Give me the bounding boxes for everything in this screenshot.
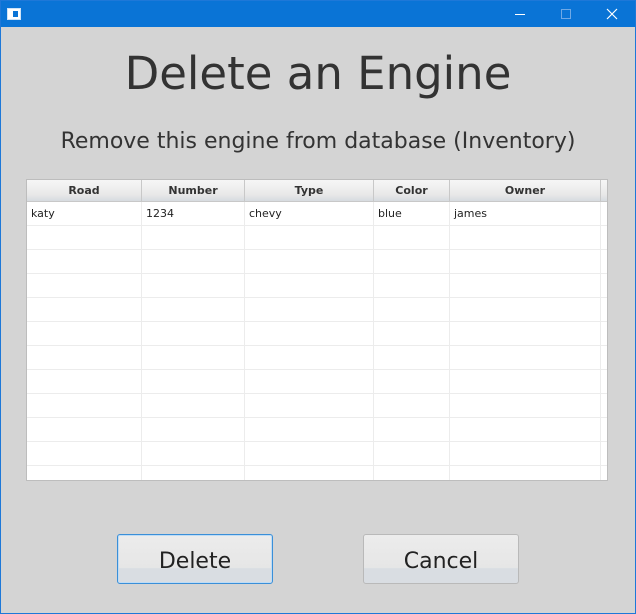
page-title: Delete an Engine xyxy=(124,47,512,100)
column-header-number[interactable]: Number xyxy=(142,180,245,202)
empty-row xyxy=(27,274,607,298)
app-icon xyxy=(7,8,21,20)
empty-row xyxy=(27,226,607,250)
column-header-owner[interactable]: Owner xyxy=(450,180,601,202)
engine-table[interactable]: Road Number Type Color Owner katy 1234 c… xyxy=(26,179,608,481)
empty-row xyxy=(27,322,607,346)
page-subtitle: Remove this engine from database (Invent… xyxy=(60,129,576,154)
close-icon xyxy=(606,8,618,20)
table-header: Road Number Type Color Owner xyxy=(27,180,607,202)
table-body: katy 1234 chevy blue james xyxy=(27,202,607,480)
cell-owner[interactable]: james xyxy=(450,202,601,226)
close-button[interactable] xyxy=(589,1,635,27)
empty-row xyxy=(27,394,607,418)
cell-number[interactable]: 1234 xyxy=(142,202,245,226)
column-header-filler xyxy=(601,180,607,202)
table-row[interactable]: katy 1234 chevy blue james xyxy=(27,202,607,226)
maximize-button[interactable] xyxy=(543,1,589,27)
empty-row xyxy=(27,370,607,394)
empty-row xyxy=(27,250,607,274)
cell-road[interactable]: katy xyxy=(27,202,142,226)
column-header-color[interactable]: Color xyxy=(374,180,450,202)
empty-row xyxy=(27,442,607,466)
minimize-button[interactable] xyxy=(497,1,543,27)
title-bar[interactable] xyxy=(1,1,635,27)
dialog-window: Delete an Engine Remove this engine from… xyxy=(0,0,636,614)
column-header-road[interactable]: Road xyxy=(27,180,142,202)
empty-row xyxy=(27,418,607,442)
column-header-type[interactable]: Type xyxy=(245,180,374,202)
minimize-icon xyxy=(515,13,525,15)
delete-button[interactable]: Delete xyxy=(117,534,273,584)
cancel-button[interactable]: Cancel xyxy=(363,534,519,584)
empty-row xyxy=(27,298,607,322)
cell-color[interactable]: blue xyxy=(374,202,450,226)
maximize-icon xyxy=(561,9,571,19)
cell-type[interactable]: chevy xyxy=(245,202,374,226)
empty-row xyxy=(27,346,607,370)
